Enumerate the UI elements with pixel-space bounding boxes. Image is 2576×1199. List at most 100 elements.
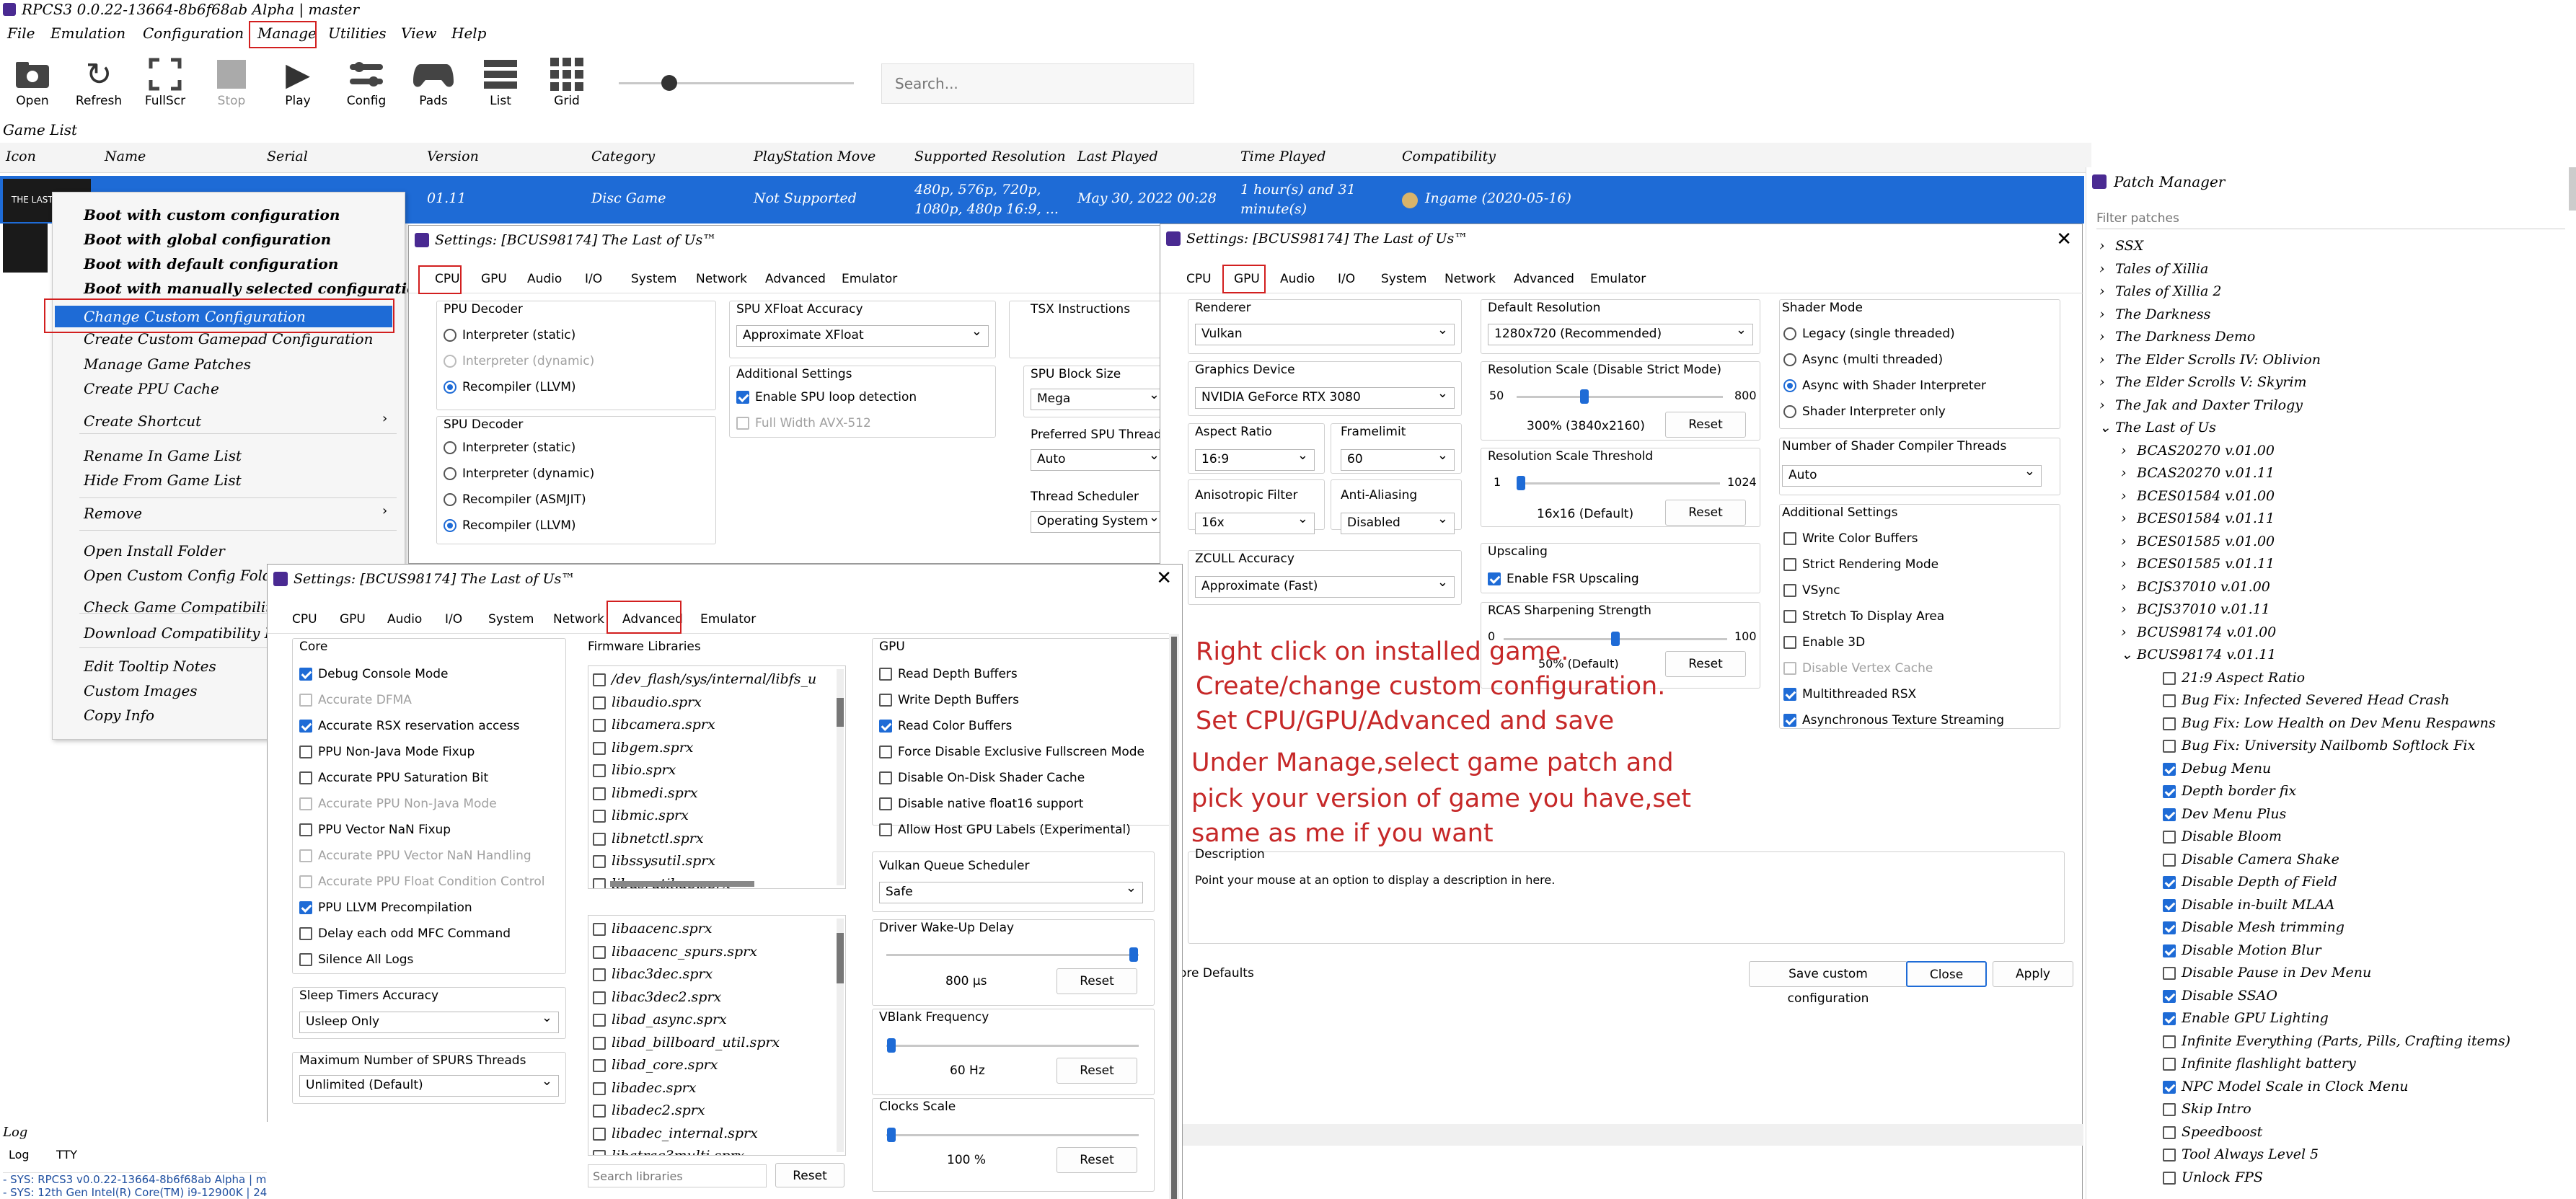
- context-menu-item[interactable]: Boot with global configuration: [84, 231, 331, 248]
- patch-item[interactable]: Bug Fix: University Nailbomb Softlock Fi…: [2163, 735, 2475, 758]
- tab-cpu[interactable]: CPU: [1186, 266, 1212, 292]
- spu-loop-detection-checkbox[interactable]: Enable SPU loop detection: [736, 389, 917, 406]
- tab-system[interactable]: System: [1381, 266, 1426, 292]
- core-option[interactable]: PPU LLVM Precompilation: [299, 899, 472, 916]
- patch-tree-version[interactable]: › BCES01584 v.01.00: [2121, 485, 2275, 508]
- context-menu-item[interactable]: Manage Game Patches: [84, 355, 251, 373]
- toolbar-list[interactable]: List: [468, 55, 533, 108]
- tab-tty[interactable]: TTY: [56, 1148, 77, 1162]
- tab-cpu[interactable]: CPU: [292, 606, 317, 632]
- patch-item[interactable]: Disable Bloom: [2163, 826, 2282, 849]
- patch-tree-version[interactable]: ⌄ BCUS98174 v.01.11: [2121, 644, 2276, 667]
- firmware-library-item[interactable]: libcamera.sprx: [593, 716, 715, 733]
- gpu-additional-option[interactable]: Asynchronous Texture Streaming: [1783, 712, 2004, 729]
- context-menu-item[interactable]: Copy Info: [84, 707, 154, 724]
- patch-item[interactable]: Disable Camera Shake: [2163, 849, 2339, 872]
- zcull-dropdown[interactable]: Approximate (Fast): [1195, 576, 1455, 598]
- column-resolution[interactable]: Supported Resolution: [914, 149, 1066, 164]
- save-custom-config-button[interactable]: Save custom configuration: [1749, 961, 1907, 1006]
- gpu-additional-option[interactable]: Enable 3D: [1783, 634, 1865, 651]
- patch-item[interactable]: Unlock FPS: [2163, 1167, 2263, 1190]
- wakeup-reset-button[interactable]: Reset: [1057, 968, 1137, 994]
- patch-item[interactable]: Disable Motion Blur: [2163, 939, 2321, 963]
- column-category[interactable]: Category: [591, 149, 655, 164]
- patch-item[interactable]: Disable SSAO: [2163, 985, 2277, 1008]
- column-time-played[interactable]: Time Played: [1240, 149, 1326, 164]
- firmware-library-item[interactable]: libgem.sprx: [593, 739, 694, 756]
- firmware-reset-button[interactable]: Reset: [775, 1163, 844, 1187]
- core-option[interactable]: Accurate DFMA: [299, 691, 412, 709]
- device-dropdown[interactable]: NVIDIA GeForce RTX 3080: [1195, 387, 1455, 409]
- aniso-dropdown[interactable]: 16x: [1195, 513, 1315, 534]
- firmware-list-2-scrollbar[interactable]: [837, 919, 844, 1152]
- firmware-library-item[interactable]: libad_async.sprx: [593, 1011, 727, 1028]
- clocks-slider[interactable]: [886, 1128, 1139, 1142]
- toolbar-stop[interactable]: Stop: [199, 55, 264, 108]
- patch-tree-game[interactable]: › The Elder Scrolls IV: Oblivion: [2099, 349, 2321, 372]
- patch-tree-version[interactable]: › BCJS37010 v.01.00: [2121, 576, 2270, 599]
- threshold-reset-button[interactable]: Reset: [1665, 500, 1746, 526]
- ppu-interpreter-dynamic[interactable]: Interpreter (dynamic): [444, 353, 594, 370]
- advanced-scrollbar[interactable]: [1169, 634, 1179, 1199]
- tab-log[interactable]: Log: [9, 1148, 30, 1162]
- core-option[interactable]: Debug Console Mode: [299, 665, 449, 683]
- column-last-played[interactable]: Last Played: [1077, 149, 1158, 164]
- tab-audio[interactable]: Audio: [387, 606, 422, 632]
- adv-gpu-option[interactable]: Allow Host GPU Labels (Experimental): [879, 821, 1131, 839]
- firmware-library-item[interactable]: libatrac3multi.sprx: [593, 1147, 744, 1155]
- toolbar-grid[interactable]: Grid: [534, 55, 599, 108]
- ppu-interpreter-static[interactable]: Interpreter (static): [444, 327, 575, 344]
- framelimit-dropdown[interactable]: 60: [1341, 449, 1455, 471]
- patch-item[interactable]: Depth border fix: [2163, 780, 2296, 803]
- tab-network[interactable]: Network: [1444, 266, 1496, 292]
- spu-recompiler-llvm[interactable]: Recompiler (LLVM): [444, 517, 576, 534]
- close-icon[interactable]: ✕: [1156, 567, 1172, 589]
- patch-tree-version[interactable]: › BCES01584 v.01.11: [2121, 508, 2275, 531]
- column-compatibility[interactable]: Compatibility: [1402, 149, 1496, 164]
- block-size-dropdown[interactable]: Mega: [1031, 389, 1166, 410]
- menu-emulation[interactable]: Emulation: [50, 25, 125, 42]
- firmware-library-item[interactable]: libnetctl.sprx: [593, 830, 704, 847]
- firmware-library-item[interactable]: libssysutil.sprx: [593, 852, 715, 870]
- toolbar-refresh[interactable]: ↻ Refresh: [66, 55, 131, 109]
- tab-gpu[interactable]: GPU: [481, 266, 507, 292]
- firmware-library-item[interactable]: libac3dec.sprx: [593, 965, 713, 983]
- menu-utilities[interactable]: Utilities: [328, 25, 387, 42]
- tab-emulator[interactable]: Emulator: [700, 606, 756, 632]
- ppu-recompiler-llvm[interactable]: Recompiler (LLVM): [444, 379, 576, 396]
- context-menu-item[interactable]: Create Shortcut: [84, 412, 201, 430]
- rcas-reset-button[interactable]: Reset: [1665, 651, 1746, 677]
- threshold-slider-handle[interactable]: [1516, 476, 1525, 490]
- column-icon[interactable]: Icon: [6, 149, 36, 164]
- core-option[interactable]: Accurate PPU Vector NaN Handling: [299, 847, 531, 864]
- spu-threads-dropdown[interactable]: Auto: [1031, 449, 1166, 471]
- zoom-slider-handle[interactable]: [661, 75, 678, 91]
- tab-network[interactable]: Network: [553, 606, 604, 632]
- gpu-additional-option[interactable]: Stretch To Display Area: [1783, 608, 1944, 625]
- core-option[interactable]: PPU Non-Java Mode Fixup: [299, 743, 475, 761]
- gpu-additional-option[interactable]: Multithreaded RSX: [1783, 686, 1916, 703]
- adv-gpu-option[interactable]: Read Color Buffers: [879, 717, 1012, 735]
- context-menu-item[interactable]: Rename In Game List: [84, 447, 242, 464]
- context-menu-item[interactable]: Open Custom Config Folder: [84, 567, 287, 584]
- threshold-slider[interactable]: [1516, 476, 1720, 490]
- gpu-additional-option[interactable]: Strict Rendering Mode: [1783, 556, 1938, 573]
- core-option[interactable]: Accurate RSX reservation access: [299, 717, 520, 735]
- toolbar-pads[interactable]: Pads: [401, 55, 466, 108]
- patch-item[interactable]: 21:9 Aspect Ratio: [2163, 667, 2305, 690]
- firmware-library-item[interactable]: libadec2.sprx: [593, 1102, 705, 1119]
- adv-gpu-option[interactable]: Write Depth Buffers: [879, 691, 1019, 709]
- patch-tree-version[interactable]: › BCES01585 v.01.00: [2121, 531, 2275, 554]
- firmware-library-item[interactable]: libadec_internal.sprx: [593, 1125, 758, 1142]
- clocks-slider-handle[interactable]: [887, 1128, 896, 1142]
- menu-file[interactable]: File: [7, 25, 35, 42]
- vulkan-dropdown[interactable]: Safe: [879, 882, 1143, 903]
- core-option[interactable]: Silence All Logs: [299, 951, 413, 968]
- patch-tree-game[interactable]: ⌄ The Last of Us: [2099, 417, 2216, 440]
- toolbar-config[interactable]: Config: [334, 55, 399, 108]
- firmware-list-1-hscroll[interactable]: [610, 881, 754, 887]
- scale-slider[interactable]: [1517, 389, 1723, 404]
- clocks-reset-button[interactable]: Reset: [1057, 1147, 1137, 1173]
- tab-gpu[interactable]: GPU: [340, 606, 366, 632]
- patch-item[interactable]: Infinite Everything (Parts, Pills, Craft…: [2163, 1030, 2510, 1053]
